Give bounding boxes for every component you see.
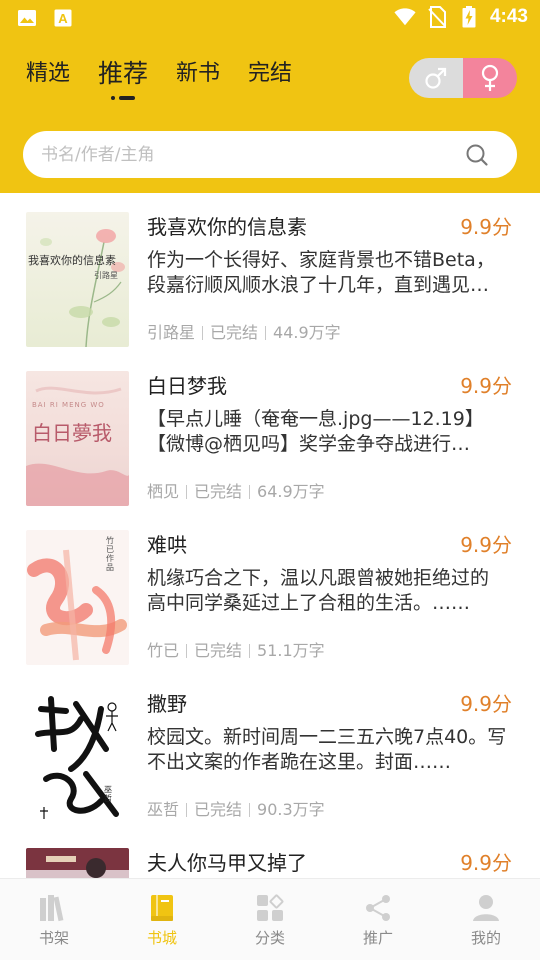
cover-title: 我喜欢你的信息素	[28, 254, 116, 267]
book-score: 9.9分	[460, 692, 512, 716]
app-notification-icon: A	[52, 8, 74, 28]
female-icon	[481, 64, 499, 91]
bookstore-icon	[147, 893, 177, 923]
book-cover[interactable]: 竹已 作品 难哄	[26, 530, 129, 665]
book-meta: 栖见 已完结 64.9万字	[147, 481, 325, 503]
book-status: 已完结	[194, 641, 243, 660]
book-author: 引路星	[147, 323, 196, 342]
book-author: 巫哲	[147, 800, 180, 819]
search-bar[interactable]	[23, 131, 517, 178]
cover-author: 竹已 作品	[106, 536, 114, 572]
nav-label: 书架	[38, 929, 69, 947]
nav-bookstore[interactable]: 书城	[108, 879, 216, 960]
book-item[interactable]: 撒野 巫哲 撒野 9.9分 校园文。新时间周一二三五六晚7点40。写不出文案的作…	[0, 670, 540, 829]
clock: 4:43	[489, 6, 528, 27]
category-tabs: 精选 推荐 新书 完结	[26, 56, 320, 100]
book-status: 已完结	[194, 800, 243, 819]
cover-title: 白日夢我	[32, 421, 112, 445]
book-list[interactable]: 我喜欢你的信息素 引路星 我喜欢你的信息素 9.9分 作为一个长得好、家庭背景也…	[0, 193, 540, 878]
book-item[interactable]: 夫人你马甲又掉了 9.9分	[0, 829, 540, 878]
book-description: 【早点儿睡（奄奄一息.jpg——12.19】【微博@栖见吗】奖学金争夺战进行中……	[147, 408, 484, 455]
male-icon	[425, 67, 447, 89]
gender-toggle[interactable]	[409, 58, 517, 98]
book-score: 9.9分	[460, 851, 512, 875]
book-description: 机缘巧合之下，温以凡跟曾被她拒绝过的高中同学桑延过上了合租的生活。……	[147, 567, 490, 614]
book-word-count: 51.1万字	[257, 641, 325, 660]
book-meta: 竹已 已完结 51.1万字	[147, 640, 325, 662]
book-author: 竹已	[147, 641, 180, 660]
book-word-count: 44.9万字	[273, 323, 341, 342]
book-item[interactable]: BAI RI MENG WO 白日夢我 白日梦我 9.9分 【早点儿睡（奄奄一息…	[0, 352, 540, 511]
book-status: 已完结	[210, 323, 259, 342]
nav-label: 推广	[362, 929, 393, 947]
female-option[interactable]	[463, 58, 517, 98]
book-word-count: 64.9万字	[257, 482, 325, 501]
battery-charging-icon	[458, 6, 480, 28]
tab-featured[interactable]: 精选	[26, 56, 70, 92]
category-icon	[255, 893, 285, 923]
svg-text:A: A	[58, 11, 68, 26]
book-item[interactable]: 竹已 作品 难哄 难哄 9.9分 机缘巧合之下，温以凡跟曾被她拒绝过的高中同学桑…	[0, 511, 540, 670]
wifi-icon	[394, 7, 416, 27]
bookshelf-icon	[39, 893, 69, 923]
search-icon[interactable]	[465, 143, 489, 167]
book-title[interactable]: 我喜欢你的信息素	[147, 213, 307, 241]
cover-author: 引路星	[94, 271, 118, 280]
male-option[interactable]	[409, 58, 463, 98]
book-status: 已完结	[194, 482, 243, 501]
nav-label: 分类	[254, 929, 285, 947]
book-score: 9.9分	[460, 533, 512, 557]
nav-profile[interactable]: 我的	[432, 879, 540, 960]
book-score: 9.9分	[460, 374, 512, 398]
book-title[interactable]: 夫人你马甲又掉了	[147, 849, 307, 877]
book-author: 栖见	[147, 482, 180, 501]
book-cover[interactable]: BAI RI MENG WO 白日夢我	[26, 371, 129, 506]
book-cover[interactable]	[26, 848, 129, 878]
tab-new-books[interactable]: 新书	[176, 56, 220, 92]
book-score: 9.9分	[460, 215, 512, 239]
book-title[interactable]: 白日梦我	[147, 372, 227, 400]
profile-icon	[471, 893, 501, 923]
book-meta: 引路星 已完结 44.9万字	[147, 322, 341, 344]
book-cover[interactable]: 撒野 巫哲	[26, 689, 129, 824]
book-word-count: 90.3万字	[257, 800, 325, 819]
cover-subtitle: BAI RI MENG WO	[32, 401, 105, 409]
book-title[interactable]: 难哄	[147, 531, 187, 559]
tab-recommended[interactable]: 推荐	[98, 56, 149, 100]
search-input[interactable]	[41, 131, 441, 178]
share-icon	[363, 893, 393, 923]
book-item[interactable]: 我喜欢你的信息素 引路星 我喜欢你的信息素 9.9分 作为一个长得好、家庭背景也…	[0, 193, 540, 352]
book-meta: 巫哲 已完结 90.3万字	[147, 799, 325, 821]
book-cover[interactable]: 我喜欢你的信息素 引路星	[26, 212, 129, 347]
nav-category[interactable]: 分类	[216, 879, 324, 960]
header: 精选 推荐 新书 完结	[0, 38, 540, 193]
nav-label: 书城	[146, 929, 177, 947]
status-bar: A 4:43	[0, 0, 540, 38]
nav-bookshelf[interactable]: 书架	[0, 879, 108, 960]
book-description: 作为一个长得好、家庭背景也不错Beta，段嘉衍顺风顺水浪了十几年，直到遇见林言……	[147, 249, 495, 296]
cover-author: 巫哲	[104, 785, 112, 803]
active-tab-indicator	[111, 96, 136, 100]
gallery-notification-icon	[16, 8, 38, 28]
tab-completed[interactable]: 完结	[248, 56, 292, 92]
book-description: 校园文。新时间周一二三五六晚7点40。写不出文案的作者跪在这里。封面……	[147, 726, 507, 773]
nav-promotion[interactable]: 推广	[324, 879, 432, 960]
book-title[interactable]: 撒野	[147, 690, 187, 718]
no-sim-icon	[426, 6, 448, 28]
nav-label: 我的	[470, 929, 501, 947]
bottom-nav: 书架 书城 分类 推广 我的	[0, 878, 540, 960]
tab-label: 推荐	[98, 59, 149, 88]
